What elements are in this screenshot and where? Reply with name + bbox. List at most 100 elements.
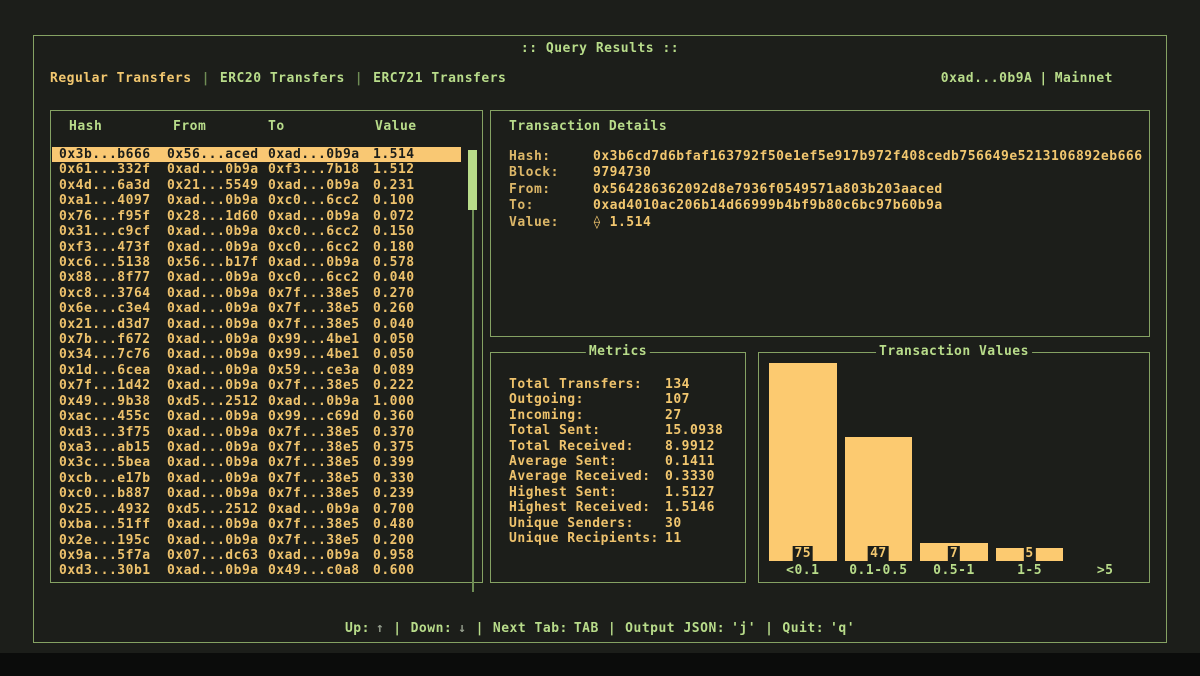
table-row[interactable]: 0xba...51ff0xad...0b9a0x7f...38e50.480 xyxy=(52,517,461,532)
metric-label: Outgoing: xyxy=(509,392,584,407)
tx-to: 0x7f...38e5 xyxy=(268,486,360,501)
tx-value: 0.330 xyxy=(373,471,415,486)
table-row[interactable]: 0x7b...f6720xad...0b9a0x99...4be10.050 xyxy=(52,332,461,347)
table-row[interactable]: 0xa1...40970xad...0b9a0xc0...6cc20.100 xyxy=(52,193,461,208)
scrollbar-thumb[interactable] xyxy=(468,150,477,210)
table-row[interactable]: 0x9a...5f7a0x07...dc630xad...0b9a0.958 xyxy=(52,548,461,563)
chart-category-label: <0.1 xyxy=(769,563,837,578)
chart-x-labels: <0.10.1-0.50.5-11-5>5 xyxy=(759,563,1149,578)
metrics-panel: Metrics Total Transfers:134Outgoing:107I… xyxy=(490,352,746,583)
tx-from: 0x07...dc63 xyxy=(167,548,259,563)
tx-to: 0x99...c69d xyxy=(268,409,360,424)
tx-value: 0.180 xyxy=(373,240,415,255)
table-row[interactable]: 0x3b...b6660x56...aced0xad...0b9a1.514 xyxy=(52,147,461,162)
table-row[interactable]: 0xc8...37640xad...0b9a0x7f...38e50.270 xyxy=(52,286,461,301)
tx-hash: 0x3b...b666 xyxy=(59,147,151,162)
table-row[interactable]: 0x2e...195c0xad...0b9a0x7f...38e50.200 xyxy=(52,533,461,548)
details-field-value: 0xad4010ac206b14d66999b4bf9b80c6bc97b60b… xyxy=(593,198,943,214)
table-row[interactable]: 0xa3...ab150xad...0b9a0x7f...38e50.375 xyxy=(52,440,461,455)
metric-row: Unique Senders:30 xyxy=(491,516,745,531)
table-row[interactable]: 0x49...9b380xd5...25120xad...0b9a1.000 xyxy=(52,394,461,409)
tx-to: 0xc0...6cc2 xyxy=(268,270,360,285)
table-row[interactable]: 0xcb...e17b0xad...0b9a0x7f...38e50.330 xyxy=(52,471,461,486)
chart-bar: 7 xyxy=(920,543,988,561)
chart-bar-column: 75 xyxy=(769,363,837,561)
tab-bar: Regular Transfers|ERC20 Transfers|ERC721… xyxy=(50,71,1113,86)
screen-bottom-strip xyxy=(0,653,1200,676)
table-row[interactable]: 0xd3...3f750xad...0b9a0x7f...38e50.370 xyxy=(52,425,461,440)
help-key: ↑ xyxy=(376,621,384,636)
metric-label: Highest Sent: xyxy=(509,485,617,500)
app-title: :: Query Results :: xyxy=(33,41,1167,56)
metric-row: Total Received:8.9912 xyxy=(491,439,745,454)
tx-from: 0xad...0b9a xyxy=(167,224,259,239)
tx-hash: 0x88...8f77 xyxy=(59,270,151,285)
tx-to: 0x7f...38e5 xyxy=(268,533,360,548)
chart-bar-value: 47 xyxy=(868,546,889,561)
table-row[interactable]: 0x4d...6a3d0x21...55490xad...0b9a0.231 xyxy=(52,178,461,193)
table-row[interactable]: 0xf3...473f0xad...0b9a0xc0...6cc20.180 xyxy=(52,240,461,255)
tx-value: 0.050 xyxy=(373,347,415,362)
details-field: Value:⟠ 1.514 xyxy=(491,215,1149,231)
table-row[interactable]: 0x6e...c3e40xad...0b9a0x7f...38e50.260 xyxy=(52,301,461,316)
chart-category-label: 1-5 xyxy=(996,563,1064,578)
table-row[interactable]: 0x3c...5bea0xad...0b9a0x7f...38e50.399 xyxy=(52,455,461,470)
tx-value: 1.512 xyxy=(373,162,415,177)
table-row[interactable]: 0xc6...51380x56...b17f0xad...0b9a0.578 xyxy=(52,255,461,270)
tx-from: 0x56...b17f xyxy=(167,255,259,270)
tx-hash: 0xcb...e17b xyxy=(59,471,151,486)
chart-bars: 754775 xyxy=(759,363,1149,561)
chart-title: Transaction Values xyxy=(876,344,1032,359)
details-field-label: Hash: xyxy=(509,149,551,165)
tx-from: 0x28...1d60 xyxy=(167,209,259,224)
metric-row: Total Transfers: 134 xyxy=(491,377,745,392)
tab-erc721-transfers[interactable]: ERC721 Transfers xyxy=(373,71,506,86)
tx-from: 0xad...0b9a xyxy=(167,486,259,501)
tx-from: 0xad...0b9a xyxy=(167,162,259,177)
table-row[interactable]: 0x25...49320xd5...25120xad...0b9a0.700 xyxy=(52,502,461,517)
metric-value: 1.5146 xyxy=(665,500,715,515)
help-separator: | xyxy=(476,621,484,636)
help-label: Output JSON: xyxy=(625,621,725,636)
tx-to: 0x7f...38e5 xyxy=(268,455,360,470)
tx-hash: 0xd3...3f75 xyxy=(59,425,151,440)
tx-value: 0.072 xyxy=(373,209,415,224)
metric-label: Total Transfers: xyxy=(509,377,642,392)
tx-value: 0.600 xyxy=(373,563,415,578)
chart-category-label: 0.5-1 xyxy=(920,563,988,578)
tx-value: 0.100 xyxy=(373,193,415,208)
table-row[interactable]: 0xac...455c0xad...0b9a0x99...c69d0.360 xyxy=(52,409,461,424)
table-row[interactable]: 0x1d...6cea0xad...0b9a0x59...ce3a0.089 xyxy=(52,363,461,378)
table-row[interactable]: 0x88...8f770xad...0b9a0xc0...6cc20.040 xyxy=(52,270,461,285)
tx-from: 0xad...0b9a xyxy=(167,270,259,285)
tx-from: 0x56...aced xyxy=(167,147,259,162)
tx-value: 0.375 xyxy=(373,440,415,455)
table-row[interactable]: 0x76...f95f0x28...1d600xad...0b9a0.072 xyxy=(52,209,461,224)
table-row[interactable]: 0x7f...1d420xad...0b9a0x7f...38e50.222 xyxy=(52,378,461,393)
metric-value: 134 xyxy=(665,377,690,392)
help-label: Quit: xyxy=(782,621,824,636)
table-row[interactable]: 0x21...d3d70xad...0b9a0x7f...38e50.040 xyxy=(52,317,461,332)
table-row[interactable]: 0x61...332f0xad...0b9a0xf3...7b181.512 xyxy=(52,162,461,177)
tx-hash: 0x9a...5f7a xyxy=(59,548,151,563)
tx-value: 0.260 xyxy=(373,301,415,316)
table-row[interactable]: 0xd3...30b10xad...0b9a0x49...c0a80.600 xyxy=(52,563,461,578)
scrollbar-track[interactable] xyxy=(472,150,474,592)
metric-value: 11 xyxy=(665,531,682,546)
details-field-value: 0x3b6cd7d6bfaf163792f50e1ef5e917b972f408… xyxy=(593,149,1143,165)
help-key: 'j' xyxy=(731,621,756,636)
metric-label: Average Sent: xyxy=(509,454,617,469)
tx-to: 0xad...0b9a xyxy=(268,255,360,270)
tab-erc20-transfers[interactable]: ERC20 Transfers xyxy=(220,71,345,86)
table-row[interactable]: 0xc0...b8870xad...0b9a0x7f...38e50.239 xyxy=(52,486,461,501)
tx-to: 0x99...4be1 xyxy=(268,347,360,362)
metric-row: Total Sent:15.0938 xyxy=(491,423,745,438)
tab-regular-transfers[interactable]: Regular Transfers xyxy=(50,71,192,86)
chart-bar-value: 5 xyxy=(1023,546,1035,561)
tx-from: 0xad...0b9a xyxy=(167,240,259,255)
tx-from: 0xad...0b9a xyxy=(167,455,259,470)
table-row[interactable]: 0x31...c9cf0xad...0b9a0xc0...6cc20.150 xyxy=(52,224,461,239)
table-row[interactable]: 0x34...7c760xad...0b9a0x99...4be10.050 xyxy=(52,347,461,362)
tx-to: 0x49...c0a8 xyxy=(268,563,360,578)
tx-value: 0.150 xyxy=(373,224,415,239)
